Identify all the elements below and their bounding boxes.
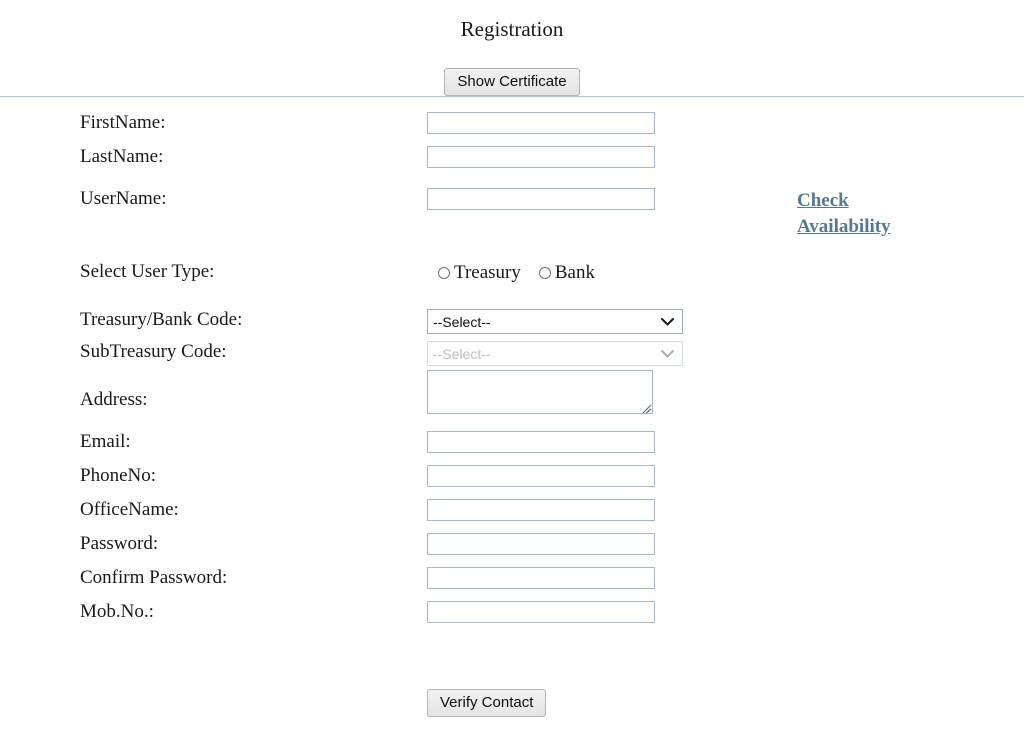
officename-input[interactable] [427, 499, 655, 521]
password-label: Password: [80, 533, 159, 554]
firstname-field-wrap [427, 112, 655, 134]
verify-contact-button[interactable]: Verify Contact [427, 689, 547, 717]
show-certificate-toolbar: Show Certificate [0, 68, 1024, 96]
address-field-wrap [427, 370, 653, 419]
subtreasury-code-label: SubTreasury Code: [80, 341, 227, 362]
form-row-officename: OfficeName: [0, 497, 1024, 531]
mobno-field-wrap [427, 601, 655, 623]
password-field-wrap [427, 533, 655, 555]
officename-label: OfficeName: [80, 499, 179, 520]
email-field-wrap [427, 431, 655, 453]
form-row-lastname: LastName: [0, 144, 1024, 178]
user-type-option-bank[interactable]: Bank [538, 261, 595, 285]
email-label: Email: [80, 431, 131, 452]
firstname-input[interactable] [427, 112, 655, 134]
form-row-password: Password: [0, 531, 1024, 565]
verify-contact-wrap: Verify Contact [427, 689, 547, 717]
phoneno-input[interactable] [427, 465, 655, 487]
form-row-email: Email: [0, 429, 1024, 463]
lastname-input[interactable] [427, 146, 655, 168]
lastname-field-wrap [427, 146, 655, 168]
confirm-password-input[interactable] [427, 567, 655, 589]
phoneno-label: PhoneNo: [80, 465, 156, 486]
user-type-option-bank-label: Bank [554, 262, 595, 283]
form-row-address: Address: [0, 369, 1024, 429]
form-row-firstname: FirstName: [0, 110, 1024, 144]
confirm-password-label: Confirm Password: [80, 567, 228, 588]
username-input[interactable] [427, 188, 655, 210]
address-textarea[interactable] [427, 370, 653, 414]
form-row-mobno: Mob.No.: [0, 599, 1024, 633]
user-type-option-treasury-label: Treasury [454, 262, 521, 283]
form-row-phoneno: PhoneNo: [0, 463, 1024, 497]
username-field-wrap [427, 188, 655, 210]
registration-form: FirstName: LastName: UserName: Select Us… [0, 110, 1024, 633]
email-input[interactable] [427, 431, 655, 453]
user-type-label: Select User Type: [80, 261, 215, 282]
officename-field-wrap [427, 499, 655, 521]
form-row-confirm-password: Confirm Password: [0, 565, 1024, 599]
show-certificate-button[interactable]: Show Certificate [444, 68, 580, 96]
phoneno-field-wrap [427, 465, 655, 487]
subtreasury-code-select[interactable]: --Select-- [427, 341, 683, 366]
firstname-label: FirstName: [80, 112, 166, 133]
user-type-radio-group: Treasury Bank [438, 261, 595, 285]
lastname-label: LastName: [80, 146, 164, 167]
mobno-input[interactable] [427, 601, 655, 623]
subtreasury-code-field-wrap: --Select-- [427, 341, 683, 366]
page-title: Registration [460, 17, 564, 41]
address-label: Address: [80, 389, 148, 410]
confirm-password-field-wrap [427, 567, 655, 589]
password-input[interactable] [427, 533, 655, 555]
username-label: UserName: [80, 188, 167, 209]
form-row-username: UserName: [0, 178, 1024, 223]
form-row-user-type: Select User Type: Treasury Bank [0, 223, 1024, 291]
radio-unchecked-icon[interactable] [438, 267, 450, 279]
mobno-label: Mob.No.: [80, 601, 154, 622]
radio-unchecked-icon[interactable] [538, 267, 551, 279]
header-divider [0, 96, 1024, 98]
form-row-treasury-bank-code: Treasury/Bank Code: --Select-- [0, 291, 1024, 334]
form-row-subtreasury-code: SubTreasury Code: --Select-- [0, 324, 1024, 369]
user-type-option-treasury[interactable]: Treasury [438, 261, 521, 285]
